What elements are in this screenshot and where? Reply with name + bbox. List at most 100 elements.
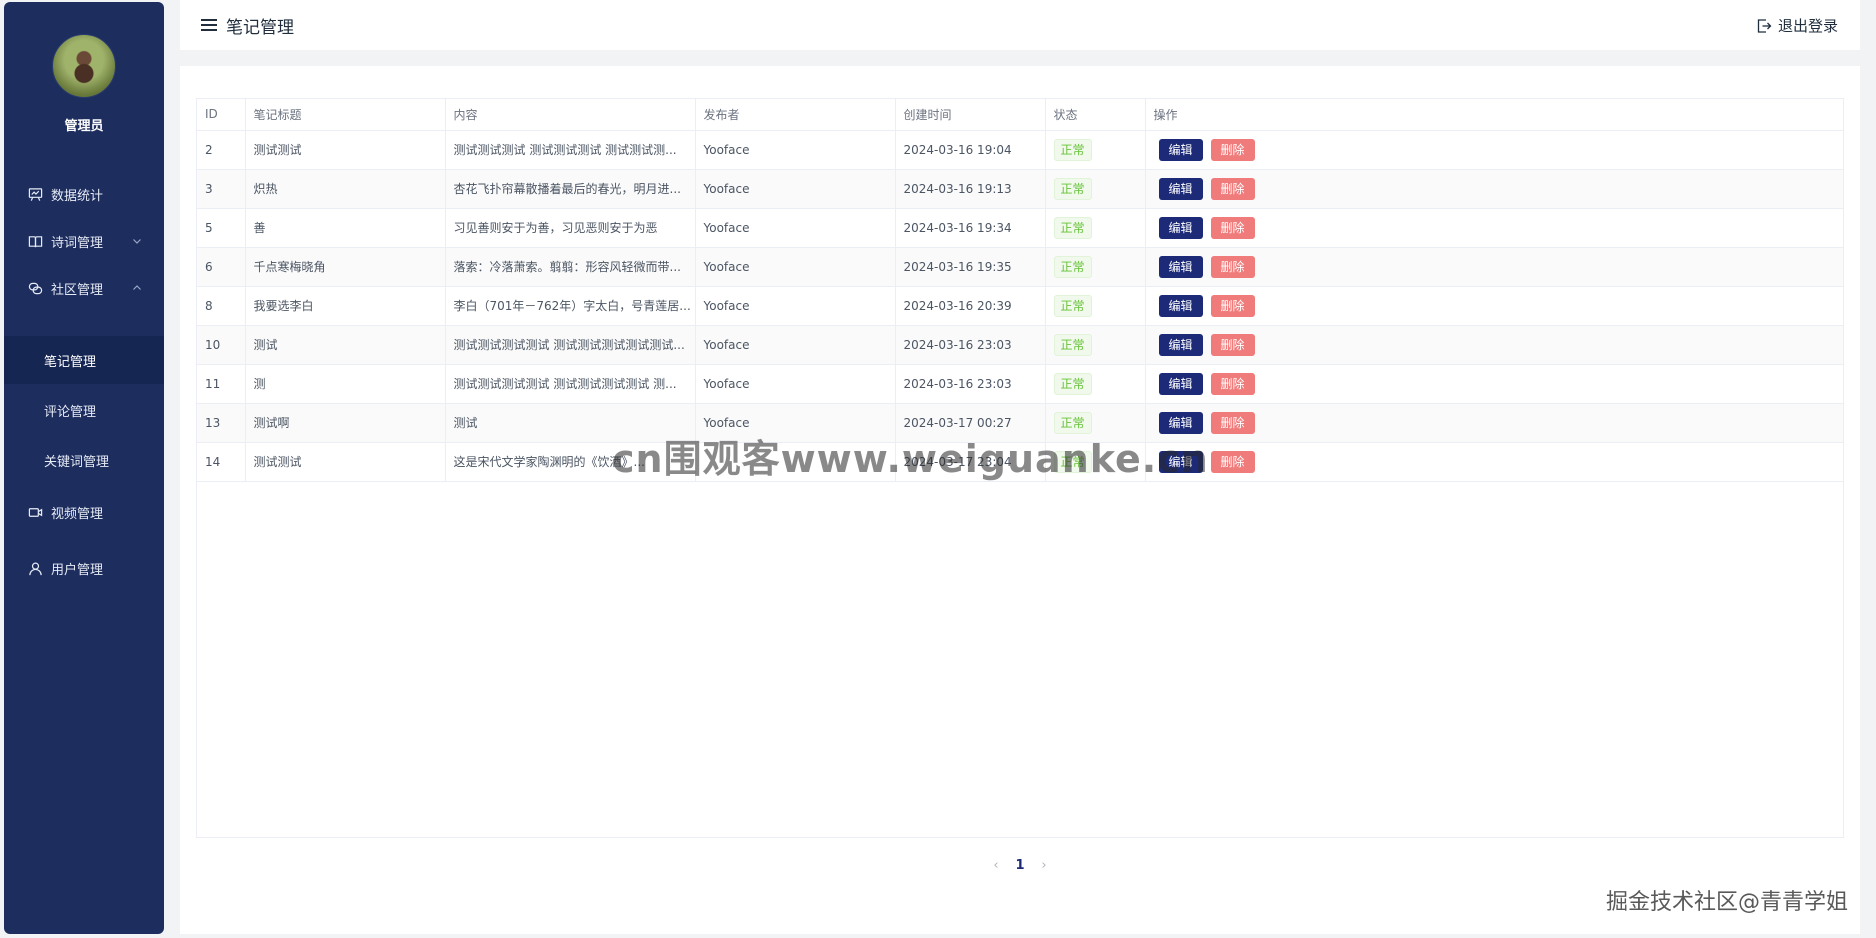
cell-content: 杏花飞扑帘幕散播着最后的春光，明月进... <box>445 169 696 209</box>
cell-content: 这是宋代文学家陶渊明的《饮酒》... <box>445 442 696 482</box>
cell-id: 14 <box>197 442 246 482</box>
edit-button[interactable]: 编辑 <box>1158 138 1203 161</box>
edit-button[interactable]: 编辑 <box>1158 216 1203 239</box>
status-badge: 正常 <box>1053 372 1092 395</box>
delete-button[interactable]: 删除 <box>1210 294 1255 317</box>
delete-button[interactable]: 删除 <box>1210 177 1255 200</box>
table-header: ID 笔记标题 内容 发布者 创建时间 状态 操作 <box>197 99 1843 131</box>
cell-created: 2024-03-16 19:34 <box>895 208 1046 248</box>
cell-created: 2024-03-16 19:35 <box>895 247 1046 287</box>
edit-button[interactable]: 编辑 <box>1158 450 1203 473</box>
cell-content: 李白（701年－762年）字太白，号青莲居... <box>445 286 696 326</box>
main-content: ID 笔记标题 内容 发布者 创建时间 状态 操作 2 测试测试 测试测试测试 测试… <box>180 66 1860 934</box>
delete-button[interactable]: 删除 <box>1210 450 1255 473</box>
sidebar-subitem-notes[interactable]: 笔记管理 <box>4 336 164 384</box>
sidebar-item-label: 诗词管理 <box>51 235 104 251</box>
cell-author: Yooface <box>695 286 896 326</box>
delete-button[interactable]: 删除 <box>1210 411 1255 434</box>
cell-actions: 编辑 删除 <box>1145 208 1843 248</box>
cell-created: 2024-03-16 20:39 <box>895 286 1046 326</box>
cell-author: Yooface <box>695 169 896 209</box>
avatar[interactable] <box>52 34 116 98</box>
cell-created: 2024-03-16 23:03 <box>895 364 1046 404</box>
column-header-content: 内容 <box>445 99 696 131</box>
sidebar-subitem-label: 评论管理 <box>44 404 97 420</box>
cell-title: 我要选李白 <box>245 286 446 326</box>
delete-button[interactable]: 删除 <box>1210 255 1255 278</box>
cell-actions: 编辑 删除 <box>1145 169 1843 209</box>
sidebar-subitem-keywords[interactable]: 关键词管理 <box>4 436 164 484</box>
cell-content: 测试测试测试 测试测试测试 测试测试测... <box>445 130 696 170</box>
notes-table-container: ID 笔记标题 内容 发布者 创建时间 状态 操作 2 测试测试 测试测试测试 测试… <box>196 98 1844 838</box>
chevron-down-icon <box>133 239 141 244</box>
delete-button[interactable]: 删除 <box>1210 216 1255 239</box>
column-header-author: 发布者 <box>695 99 896 131</box>
cell-id: 2 <box>197 130 246 170</box>
cell-created: 2024-03-16 19:04 <box>895 130 1046 170</box>
chevron-right-icon[interactable]: › <box>1032 858 1056 873</box>
sidebar-item-poetry[interactable]: 诗词管理 <box>4 221 164 261</box>
cell-title: 测试啊 <box>245 403 446 443</box>
sidebar-item-statistics[interactable]: 数据统计 <box>4 174 164 214</box>
cell-status: 正常 <box>1045 208 1146 248</box>
edit-button[interactable]: 编辑 <box>1158 372 1203 395</box>
edit-button[interactable]: 编辑 <box>1158 255 1203 278</box>
status-badge: 正常 <box>1053 216 1092 239</box>
chevron-up-icon <box>133 285 141 290</box>
table-row: 11 测测试测试测试测试 测试测试测试测试 测... Yooface 2024-03-… <box>197 364 1843 404</box>
cell-actions: 编辑 删除 <box>1145 364 1843 404</box>
sidebar-item-video[interactable]: 视频管理 <box>4 492 164 532</box>
status-badge: 正常 <box>1053 411 1092 434</box>
cell-id: 8 <box>197 286 246 326</box>
hamburger-menu-icon[interactable] <box>200 16 218 34</box>
video-icon <box>27 504 43 520</box>
table-row: 3 炽热 杏花飞扑帘幕散播着最后的春光，明月进... Yooface 2024-03-1… <box>197 169 1843 209</box>
logout-button[interactable]: 退出登录 <box>1756 15 1838 36</box>
cell-id: 6 <box>197 247 246 287</box>
column-header-id: ID <box>197 99 246 131</box>
cell-id: 11 <box>197 364 246 404</box>
sidebar-item-label: 视频管理 <box>51 506 104 522</box>
cell-title: 测试 <box>245 325 446 365</box>
column-header-title: 笔记标题 <box>245 99 446 131</box>
cell-author: Yooface <box>695 130 896 170</box>
cell-created: 2024-03-17 00:27 <box>895 403 1046 443</box>
sidebar-subitem-comments[interactable]: 评论管理 <box>4 386 164 434</box>
sidebar-item-community[interactable]: 社区管理 <box>4 268 164 308</box>
table-row: 8 我要选李白 李白（701年－762年）字太白，号青莲居... Yooface 202… <box>197 286 1843 326</box>
table-row: 14 测试测试 这是宋代文学家陶渊明的《饮酒》... 2024-03-17 23:04… <box>197 442 1843 482</box>
edit-button[interactable]: 编辑 <box>1158 294 1203 317</box>
cell-author: Yooface <box>695 364 896 404</box>
cell-actions: 编辑 删除 <box>1145 247 1843 287</box>
status-badge: 正常 <box>1053 333 1092 356</box>
top-header: 笔记管理 退出登录 <box>180 0 1860 50</box>
status-badge: 正常 <box>1053 138 1092 161</box>
cell-created: 2024-03-16 23:03 <box>895 325 1046 365</box>
cell-status: 正常 <box>1045 169 1146 209</box>
cell-status: 正常 <box>1045 442 1146 482</box>
cell-author: Yooface <box>695 403 896 443</box>
cell-status: 正常 <box>1045 130 1146 170</box>
table-row: 6 千点寒梅晓角 落索：冷落萧索。翦翦：形容风轻微而带... Yooface 2024-… <box>197 247 1843 287</box>
cell-status: 正常 <box>1045 247 1146 287</box>
edit-button[interactable]: 编辑 <box>1158 333 1203 356</box>
cell-content: 习见善则安于为善，习见恶则安于为恶 <box>445 208 696 248</box>
page-number[interactable]: 1 <box>1008 858 1032 873</box>
delete-button[interactable]: 删除 <box>1210 138 1255 161</box>
delete-button[interactable]: 删除 <box>1210 333 1255 356</box>
cell-id: 13 <box>197 403 246 443</box>
chevron-left-icon[interactable]: ‹ <box>984 858 1008 873</box>
status-badge: 正常 <box>1053 255 1092 278</box>
cell-id: 5 <box>197 208 246 248</box>
book-icon <box>27 233 43 249</box>
cell-status: 正常 <box>1045 364 1146 404</box>
cell-status: 正常 <box>1045 325 1146 365</box>
delete-button[interactable]: 删除 <box>1210 372 1255 395</box>
cell-id: 10 <box>197 325 246 365</box>
edit-button[interactable]: 编辑 <box>1158 177 1203 200</box>
cell-title: 炽热 <box>245 169 446 209</box>
sidebar-item-users[interactable]: 用户管理 <box>4 548 164 588</box>
sidebar-subitem-label: 关键词管理 <box>44 454 110 470</box>
cell-author: Yooface <box>695 247 896 287</box>
edit-button[interactable]: 编辑 <box>1158 411 1203 434</box>
